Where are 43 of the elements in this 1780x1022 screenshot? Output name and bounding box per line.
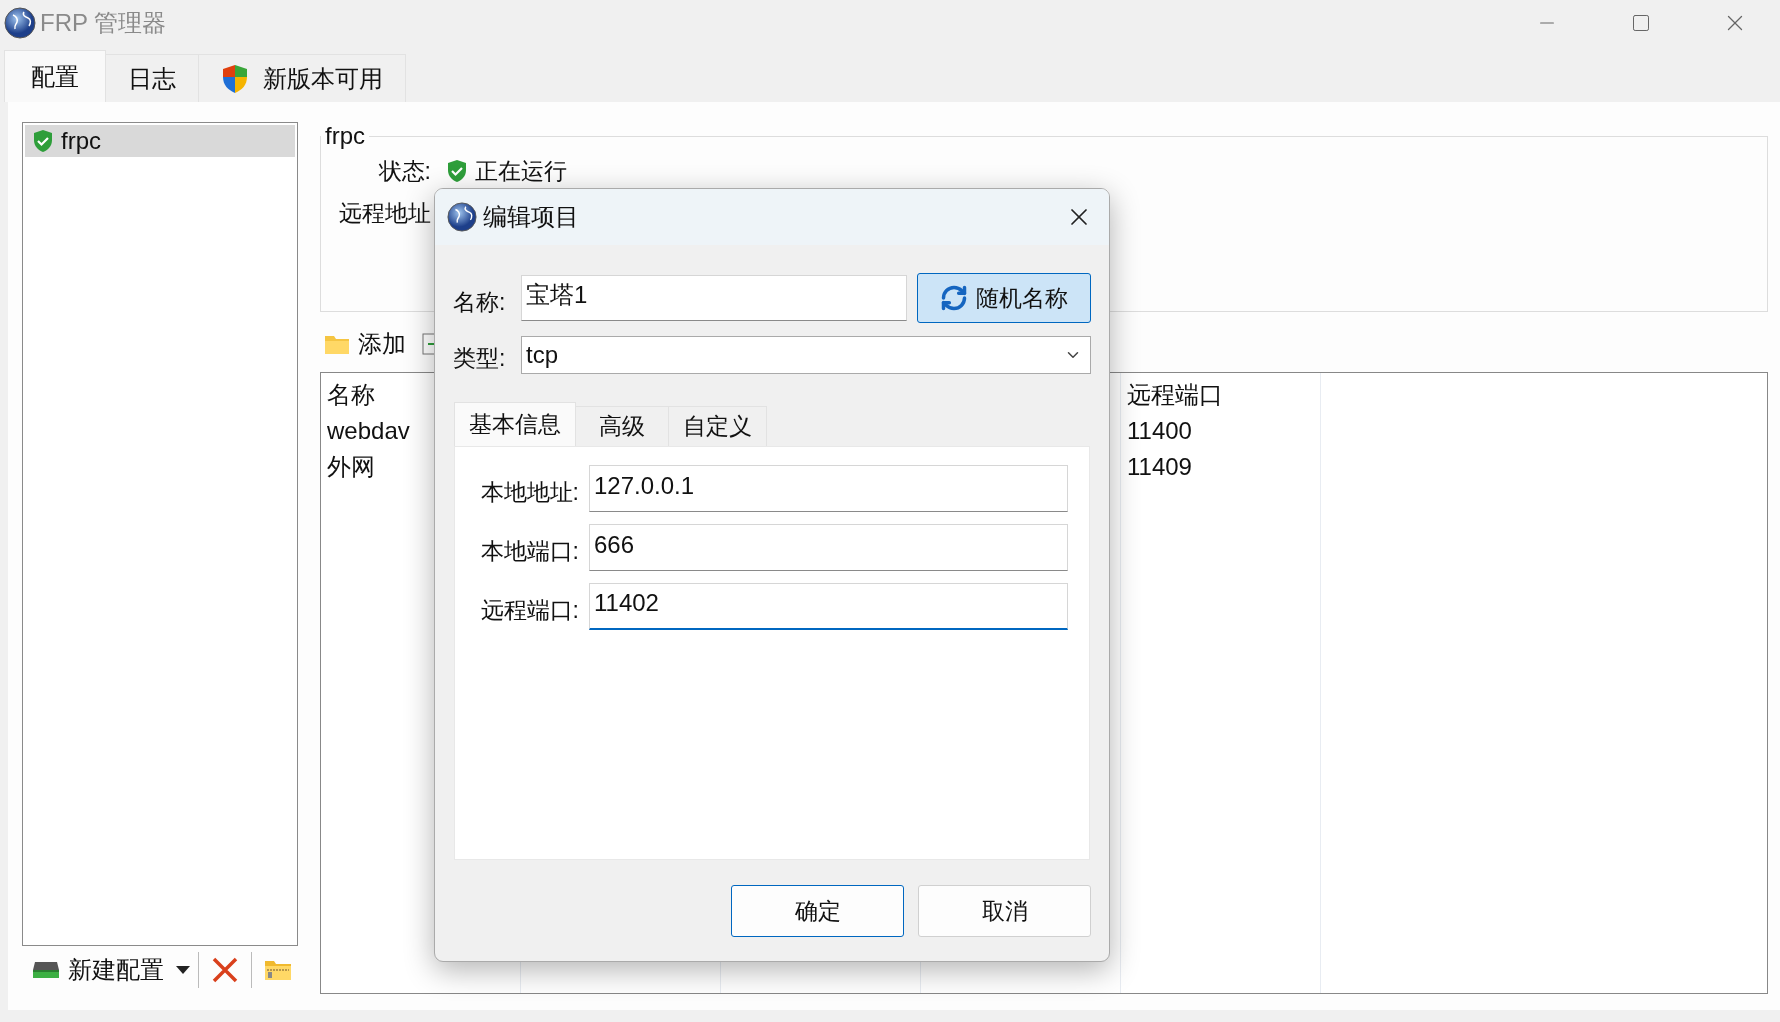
column-header: 名称 [327, 380, 375, 410]
tab[interactable]: 自定义 [668, 406, 767, 446]
detail-label: 状态: [377, 156, 431, 186]
new-config-button[interactable]: 新建配置 [28, 952, 168, 988]
dialog-logo-icon [447, 202, 477, 232]
field-label: 名称: [453, 287, 507, 317]
input-field[interactable]: 666 [589, 524, 1068, 571]
table-cell-text: 外网 [327, 452, 375, 482]
config-name: frpc [61, 127, 101, 155]
add-button[interactable]: 添加 [320, 326, 410, 362]
shield-check-icon [445, 159, 469, 183]
tab[interactable]: 基本信息 [454, 402, 576, 446]
shield-icon [221, 63, 249, 94]
refresh-icon [940, 284, 968, 312]
maximize-icon[interactable] [1631, 13, 1651, 33]
app-logo-icon [4, 7, 36, 39]
column-header: 远程端口 [1127, 380, 1223, 410]
window-title: FRP 管理器 [40, 8, 168, 38]
name-field[interactable]: 宝塔1 [521, 275, 907, 321]
table-cell-text: 11400 [1127, 416, 1192, 446]
ok-button[interactable]: 确定 [731, 885, 904, 937]
folder-icon [324, 333, 350, 355]
table-cell-text: webdav [327, 416, 410, 446]
config-list-item[interactable]: frpc [25, 125, 295, 157]
dialog-title: 编辑项目 [483, 202, 580, 232]
field-label: 本地地址: [479, 478, 579, 507]
table-cell-text: 11409 [1127, 452, 1192, 482]
tab[interactable]: 新版本可用 [198, 54, 406, 102]
field-label: 本地端口: [479, 537, 579, 566]
drive-icon [32, 960, 60, 980]
input-field[interactable]: 11402 [589, 583, 1068, 630]
type-select[interactable]: tcp [521, 335, 1091, 374]
cancel-button[interactable]: 取消 [918, 885, 1091, 937]
field-label: 类型: [453, 344, 507, 373]
field-label: 远程端口: [479, 596, 579, 625]
group-title: frpc [324, 122, 366, 150]
shield-check-icon [31, 129, 55, 153]
random-name-button[interactable]: 随机名称 [917, 273, 1091, 323]
detail-label: 远程地址 [338, 198, 431, 228]
input-field[interactable]: 127.0.0.1 [589, 465, 1068, 512]
status-text: 正在运行 [475, 156, 567, 186]
tab[interactable]: 配置 [4, 50, 106, 102]
caret-icon[interactable] [176, 965, 190, 975]
